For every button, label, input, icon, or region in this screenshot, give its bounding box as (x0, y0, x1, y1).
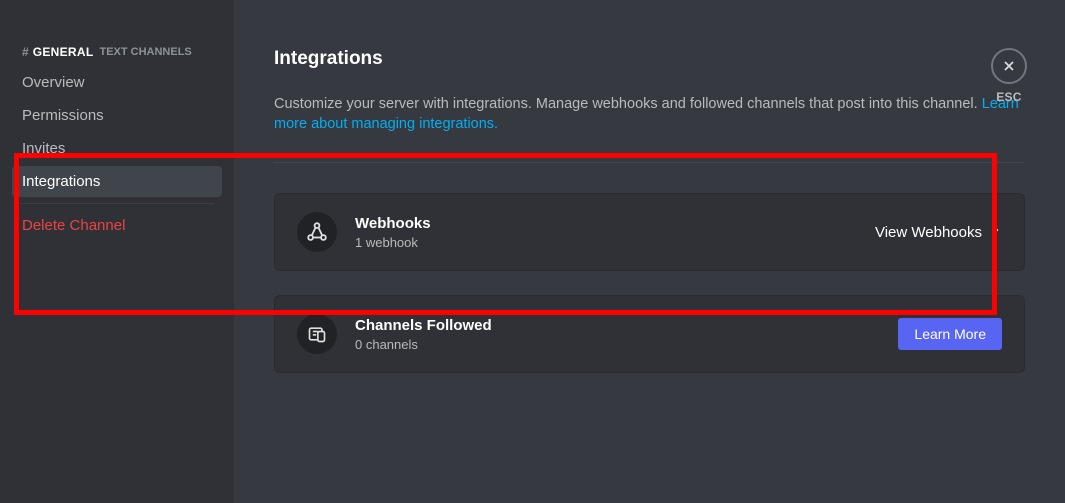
close-icon (991, 48, 1027, 84)
learn-more-button[interactable]: Learn More (898, 318, 1002, 350)
sidebar: # GENERAL TEXT CHANNELS Overview Permiss… (0, 0, 234, 503)
chevron-right-icon (988, 223, 1002, 241)
page-description: Customize your server with integrations.… (274, 94, 1025, 134)
webhooks-card[interactable]: Webhooks 1 webhook View Webhooks (274, 193, 1025, 271)
sidebar-item-integrations[interactable]: Integrations (12, 166, 222, 197)
webhooks-text: Webhooks 1 webhook (355, 215, 857, 250)
close-label: ESC (996, 90, 1022, 104)
channels-followed-card: Channels Followed 0 channels Learn More (274, 295, 1025, 373)
sidebar-item-delete-channel[interactable]: Delete Channel (12, 210, 222, 241)
webhooks-title: Webhooks (355, 215, 857, 232)
sidebar-item-invites[interactable]: Invites (12, 133, 222, 164)
view-webhooks-label: View Webhooks (875, 224, 982, 241)
sidebar-header: # GENERAL TEXT CHANNELS (12, 45, 222, 67)
page-description-text: Customize your server with integrations.… (274, 96, 982, 112)
channel-category: TEXT CHANNELS (99, 46, 191, 58)
followed-text: Channels Followed 0 channels (355, 317, 880, 352)
followed-title: Channels Followed (355, 317, 880, 334)
channel-name: GENERAL (33, 45, 94, 59)
view-webhooks-button[interactable]: View Webhooks (875, 223, 1002, 241)
channel-hash: # (22, 45, 29, 59)
sidebar-item-permissions[interactable]: Permissions (12, 100, 222, 131)
webhooks-subtitle: 1 webhook (355, 235, 857, 250)
news-icon (297, 314, 337, 354)
followed-subtitle: 0 channels (355, 337, 880, 352)
sidebar-divider (20, 203, 214, 204)
main-content: Integrations Customize your server with … (234, 0, 1065, 503)
page-title: Integrations (274, 48, 1025, 70)
section-divider (274, 162, 1025, 163)
sidebar-item-overview[interactable]: Overview (12, 67, 222, 98)
webhook-icon (297, 212, 337, 252)
close-button[interactable]: ESC (991, 48, 1027, 104)
